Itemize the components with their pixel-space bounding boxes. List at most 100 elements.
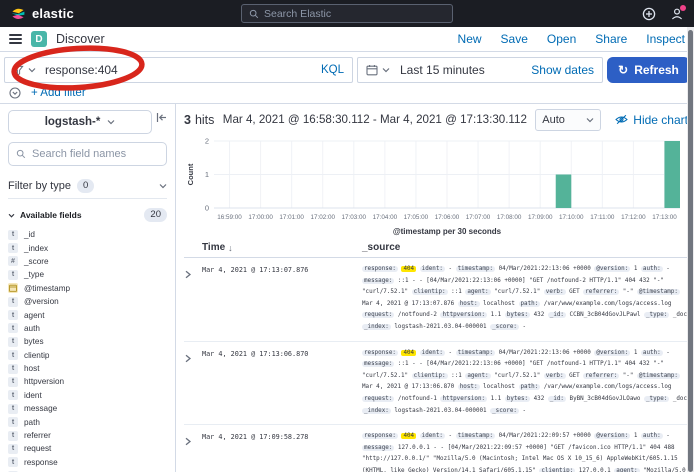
field-type-string-icon: t: [8, 457, 18, 467]
field-item-agent[interactable]: tagent: [8, 308, 167, 321]
field-item-bytes[interactable]: tbytes: [8, 335, 167, 348]
refresh-icon: ↻: [618, 64, 628, 76]
field-value: ::1: [451, 373, 462, 379]
query-language-button[interactable]: KQL: [321, 64, 344, 76]
field-item-request[interactable]: trequest: [8, 442, 167, 455]
expand-document-icon[interactable]: [184, 431, 202, 472]
svg-text:17:05:00: 17:05:00: [404, 214, 429, 221]
field-name: @version: [24, 297, 59, 306]
filter-by-type-count: 0: [77, 179, 94, 193]
field-item-score[interactable]: #_score: [8, 255, 167, 268]
field-search-placeholder: Search field names: [32, 148, 126, 160]
time-filter-value[interactable]: Last 15 minutes: [400, 63, 485, 77]
collapse-sidebar-icon[interactable]: [156, 112, 167, 123]
field-search-input[interactable]: Search field names: [8, 142, 167, 166]
field-type-string-icon: t: [8, 310, 18, 320]
field-name-badge: clientip:: [412, 373, 448, 379]
field-name-badge: response:: [362, 350, 398, 356]
documents-table-header: Time ↓ _source: [184, 238, 688, 258]
field-item-path[interactable]: tpath: [8, 415, 167, 428]
menu-icon[interactable]: [9, 34, 22, 44]
field-value: /var/www/example.com/logs/access.log: [544, 384, 672, 390]
interval-select[interactable]: Auto: [535, 109, 601, 131]
histogram-bar[interactable]: [664, 141, 680, 208]
date-picker[interactable]: Last 15 minutes Show dates: [357, 57, 603, 83]
histogram-bar[interactable]: [556, 175, 572, 209]
nav-action-open[interactable]: Open: [547, 32, 576, 46]
available-fields-label: Available fields: [20, 210, 82, 220]
histogram-svg: 01216:59:0017:00:0017:01:0017:02:0017:03…: [184, 135, 688, 238]
field-item-httpversion[interactable]: thttpversion: [8, 375, 167, 388]
field-value: /notfound-1: [398, 396, 437, 402]
field-item-id[interactable]: t_id: [8, 228, 167, 241]
nav-action-share[interactable]: Share: [595, 32, 627, 46]
hide-chart-button[interactable]: Hide chart: [615, 113, 688, 127]
filter-by-type-toggle[interactable]: Filter by type 0: [8, 174, 167, 199]
nav-action-save[interactable]: Save: [501, 32, 528, 46]
column-header-source: _source: [362, 242, 400, 253]
field-value: ::1: [451, 289, 462, 295]
index-pattern-selector[interactable]: logstash-*: [8, 110, 152, 134]
document-row: Mar 4, 2021 @ 17:13:06.870response: 404 …: [184, 342, 688, 426]
field-item-host[interactable]: thost: [8, 362, 167, 375]
field-value: _doc: [673, 312, 687, 318]
field-name: clientip: [24, 351, 50, 360]
field-type-string-icon: t: [8, 337, 18, 347]
expand-document-icon[interactable]: [184, 348, 202, 418]
field-item-version[interactable]: t@version: [8, 295, 167, 308]
refresh-button[interactable]: ↻ Refresh: [607, 57, 690, 83]
search-icon: [249, 9, 259, 19]
field-name-badge: verb:: [544, 373, 566, 379]
field-name-badge: agent:: [465, 373, 490, 379]
svg-text:17:00:00: 17:00:00: [248, 214, 273, 221]
filter-by-type-label: Filter by type: [8, 180, 71, 192]
field-item-auth[interactable]: tauth: [8, 322, 167, 335]
elastic-logo[interactable]: elastic: [10, 6, 74, 22]
field-item-timestamp[interactable]: @timestamp: [8, 282, 167, 295]
nav-action-inspect[interactable]: Inspect: [646, 32, 685, 46]
field-value: -: [666, 433, 670, 439]
field-name: _index: [24, 244, 48, 253]
add-filter-button[interactable]: + Add filter: [31, 87, 86, 99]
column-header-time[interactable]: Time ↓: [202, 242, 362, 253]
field-value: localhost: [483, 384, 515, 390]
scrollbar-thumb[interactable]: [688, 30, 693, 472]
field-value: 04/Mar/2021:22:13:06 +0000: [499, 350, 591, 356]
show-dates-button[interactable]: Show dates: [531, 63, 594, 77]
discover-app-badge[interactable]: D: [31, 31, 47, 47]
query-input[interactable]: response:404 KQL: [4, 57, 353, 83]
filter-funnel-icon[interactable]: [13, 65, 24, 76]
field-type-string-icon: t: [8, 230, 18, 240]
field-name-badge: timestamp:: [456, 350, 495, 356]
available-fields-toggle[interactable]: Available fields 20: [8, 208, 167, 222]
field-item-clientip[interactable]: tclientip: [8, 349, 167, 362]
nav-action-new[interactable]: New: [458, 32, 482, 46]
chart-y-axis-label: Count: [186, 163, 195, 185]
available-fields-count: 20: [144, 208, 167, 222]
filter-options-icon[interactable]: [9, 87, 21, 99]
field-item-ident[interactable]: tident: [8, 389, 167, 402]
field-value: "curl/7.52.1": [494, 289, 540, 295]
expand-document-icon[interactable]: [184, 264, 202, 334]
field-name-badge: verb:: [544, 289, 566, 295]
field-item-type[interactable]: t_type: [8, 268, 167, 281]
deployment-icon[interactable]: [642, 7, 656, 21]
svg-text:1: 1: [205, 170, 209, 179]
field-item-message[interactable]: tmessage: [8, 402, 167, 415]
field-item-referrer[interactable]: treferrer: [8, 429, 167, 442]
document-row: Mar 4, 2021 @ 17:13:07.876response: 404 …: [184, 258, 688, 342]
field-name-badge: referrer:: [583, 373, 619, 379]
avatar[interactable]: [670, 7, 684, 21]
calendar-icon: [366, 64, 378, 76]
field-item-index[interactable]: t_index: [8, 241, 167, 254]
field-name-badge: ident:: [420, 433, 445, 439]
field-name-badge: message:: [362, 278, 394, 284]
field-name-badge: path:: [519, 384, 541, 390]
field-name-badge: @version:: [594, 433, 630, 439]
field-value: logstash-2021.03.04-000001: [394, 408, 486, 414]
field-name-badge: httpversion:: [440, 396, 487, 402]
field-item-response[interactable]: tresponse: [8, 456, 167, 469]
field-value: GET: [569, 289, 580, 295]
global-search-input[interactable]: Search Elastic: [241, 4, 453, 23]
field-name-badge: @timestamp:: [637, 373, 680, 379]
